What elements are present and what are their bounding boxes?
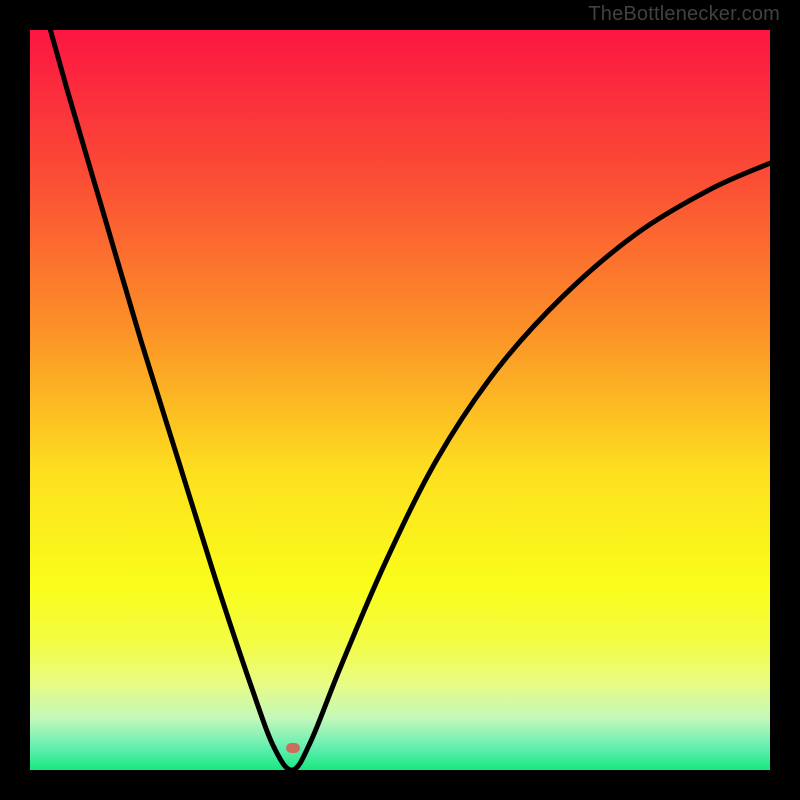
watermark-text: TheBottlenecker.com: [588, 3, 780, 26]
optimum-marker: [286, 743, 300, 753]
plot-area: [30, 30, 770, 770]
bottleneck-curve: [30, 30, 770, 770]
chart-container: TheBottlenecker.com: [0, 0, 800, 800]
